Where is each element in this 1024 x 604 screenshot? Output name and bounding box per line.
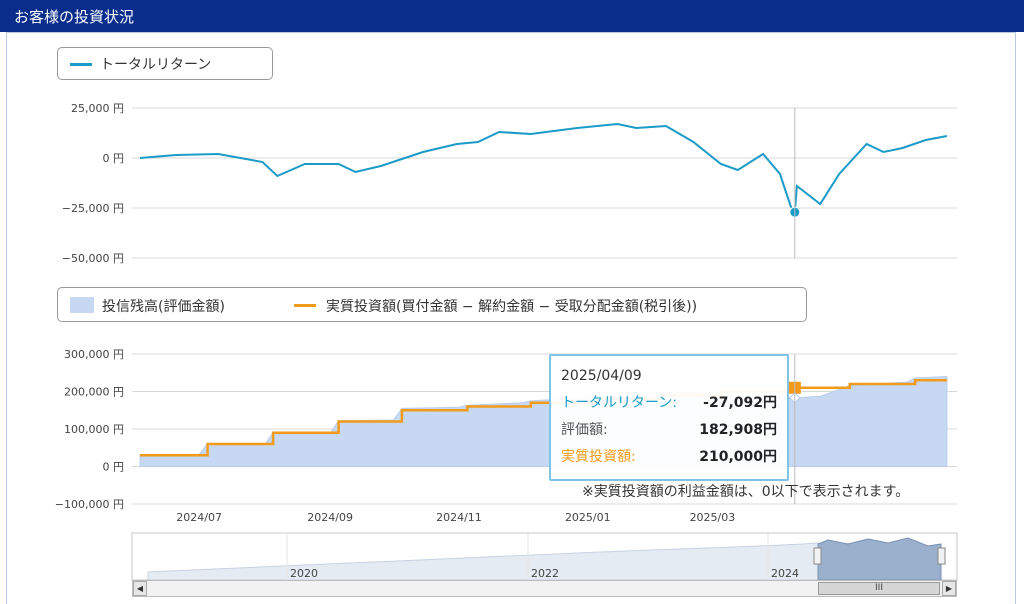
navigator-tick-label: 2024 — [771, 567, 799, 580]
navigator-handle-left[interactable] — [813, 547, 822, 565]
navigator-scrollbar[interactable]: ◀ III ▶ — [132, 580, 957, 597]
tooltip-row-net-investment: 実質投資額: 210,000円 — [561, 446, 777, 466]
x-tick-label: 2025/01 — [565, 511, 611, 524]
navigator-tick-label: 2020 — [290, 567, 318, 580]
x-tick-label: 2024/07 — [176, 511, 222, 524]
navigator-handle-right[interactable] — [937, 547, 946, 565]
tooltip-row-valuation: 評価額: 182,908円 — [561, 419, 777, 439]
bottom-y-tick-label: 100,000 円 — [64, 423, 124, 436]
top-y-tick-label: −25,000 円 — [62, 202, 124, 215]
x-tick-label: 2024/11 — [436, 511, 482, 524]
chart-note: ※実質投資額の利益金額は、0以下で表示されます。 — [582, 484, 910, 500]
tooltip-value: 210,000円 — [699, 449, 777, 465]
bottom-y-tick-label: 0 円 — [103, 461, 125, 474]
top-y-tick-label: 25,000 円 — [71, 102, 124, 115]
tooltip-row-total-return: トータルリターン: -27,092円 — [561, 392, 777, 412]
navigator-selection[interactable] — [817, 537, 942, 581]
tooltip-label: 評価額: — [561, 422, 608, 438]
bottom-y-tick-label: −100,000 円 — [55, 498, 124, 511]
scroll-left-arrow-icon[interactable]: ◀ — [133, 581, 147, 596]
scroll-right-arrow-icon[interactable]: ▶ — [942, 581, 956, 596]
top-y-tick-label: −50,000 円 — [62, 252, 124, 265]
tooltip-label: トータルリターン: — [561, 395, 678, 411]
tooltip-label: 実質投資額: — [561, 449, 636, 465]
navigator-tick-label: 2022 — [531, 567, 559, 580]
scroll-thumb[interactable]: III — [818, 582, 940, 595]
tooltip-value: 182,908円 — [699, 422, 777, 438]
tooltip-date: 2025/04/09 — [561, 368, 642, 384]
holdings-area — [139, 375, 948, 467]
data-tooltip: 2025/04/09 トータルリターン: -27,092円 評価額: 182,9… — [549, 354, 789, 481]
x-tick-label: 2025/03 — [690, 511, 736, 524]
bottom-y-tick-label: 200,000 円 — [64, 386, 124, 399]
bottom-y-tick-label: 300,000 円 — [64, 348, 124, 361]
total-return-line — [139, 122, 948, 216]
chart-canvas: 25,000 円 0 円 −25,000 円 −50,000 円 300,000 円 2… — [55, 102, 958, 581]
tooltip-value: -27,092円 — [703, 395, 777, 411]
top-y-tick-label: 0 円 — [103, 152, 125, 165]
x-tick-label: 2024/09 — [307, 511, 353, 524]
